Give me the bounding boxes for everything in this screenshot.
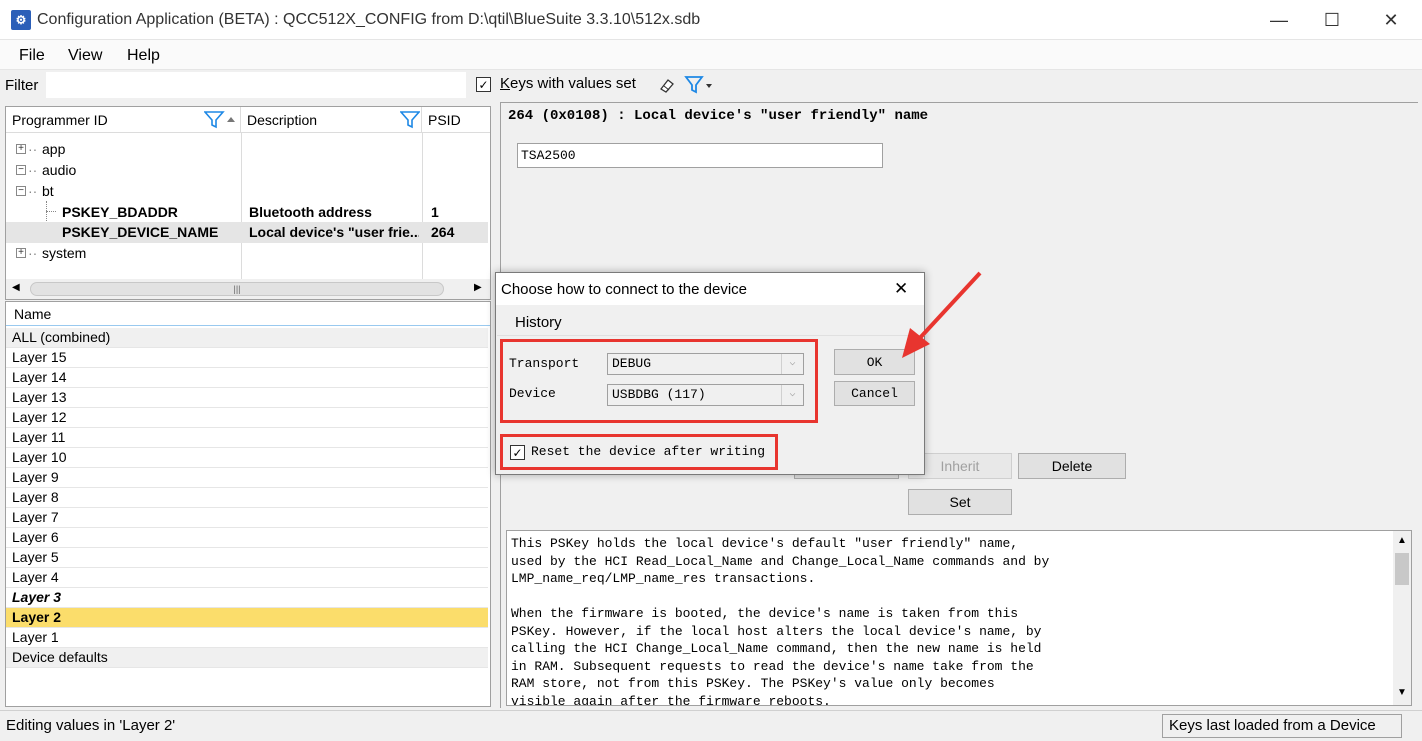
dialog-title: Choose how to connect to the device (501, 281, 747, 298)
tree-label: PSKEY_DEVICE_NAME (62, 224, 219, 240)
delete-button[interactable]: Delete (1018, 453, 1126, 479)
expand-icon[interactable]: + (16, 144, 26, 154)
history-tab[interactable]: History (515, 314, 562, 331)
layer-row[interactable]: Layer 9 (6, 468, 488, 488)
menu-view[interactable]: View (68, 47, 102, 65)
tree-row[interactable]: − ·· audio (6, 160, 488, 181)
layer-row[interactable]: Layer 10 (6, 448, 488, 468)
tree-row-selected[interactable]: PSKEY_DEVICE_NAME Local device's "user f… (6, 222, 488, 243)
tree-label: PSKEY_BDADDR (62, 204, 178, 220)
title-bar: ⚙ Configuration Application (BETA) : QCC… (0, 0, 1422, 40)
layer-row[interactable]: Layer 7 (6, 508, 488, 528)
scroll-thumb[interactable] (1395, 553, 1409, 585)
tree-row[interactable]: + ·· system (6, 243, 488, 264)
column-description[interactable]: Description (241, 107, 422, 133)
eraser-icon[interactable] (658, 76, 676, 94)
status-left: Editing values in 'Layer 2' (6, 717, 176, 734)
annotation-box (500, 339, 818, 423)
layer-row[interactable]: Layer 6 (6, 528, 488, 548)
device-label: Device (509, 386, 556, 401)
set-button[interactable]: Set (908, 489, 1012, 515)
tree-psid: 1 (431, 204, 439, 220)
scroll-up-icon[interactable]: ▲ (1397, 535, 1407, 546)
description-box[interactable]: This PSKey holds the local device's defa… (506, 530, 1412, 706)
layer-row[interactable]: Layer 3 (6, 588, 488, 608)
layer-row[interactable]: Layer 5 (6, 548, 488, 568)
tree-row[interactable]: PSKEY_BDADDR Bluetooth address 1 (6, 202, 488, 223)
layer-row[interactable]: Layer 13 (6, 388, 488, 408)
tree-header: Programmer ID Description PSID (6, 107, 490, 133)
filter-label: Filter (5, 77, 39, 94)
keys-with-values-label[interactable]: Keys with values set (500, 75, 636, 92)
filter-input[interactable] (46, 72, 466, 98)
connect-dialog: Choose how to connect to the device ✕ Hi… (495, 272, 925, 475)
key-detail-header: 264 (0x0108) : Local device's "user frie… (508, 108, 929, 124)
tree-row[interactable]: + ·· app (6, 139, 488, 160)
tree-label: app (42, 141, 66, 157)
key-tree-panel: Programmer ID Description PSID + ·· app … (5, 106, 491, 300)
tree-label: audio (42, 162, 77, 178)
close-button[interactable]: ✕ (1362, 0, 1420, 40)
chevron-down-icon: ⌵ (781, 354, 803, 374)
description-text: This PSKey holds the local device's defa… (511, 536, 1050, 706)
dialog-title-bar: Choose how to connect to the device ✕ (496, 273, 924, 305)
layer-row[interactable]: Layer 4 (6, 568, 488, 588)
layer-row[interactable]: Layer 2 (6, 608, 488, 628)
scroll-thumb[interactable]: ||| (30, 282, 444, 296)
layer-row[interactable]: Layer 12 (6, 408, 488, 428)
tree-label: system (42, 245, 87, 261)
collapse-icon[interactable]: − (16, 186, 26, 196)
tree-psid: 264 (431, 224, 455, 240)
layer-row[interactable]: Layer 11 (6, 428, 488, 448)
minimize-button[interactable]: — (1250, 0, 1308, 40)
tree-label: bt (42, 183, 54, 199)
menu-bar (0, 40, 1422, 70)
keys-with-values-checkbox[interactable]: ✓ (476, 77, 491, 92)
filter-dropdown-icon[interactable] (684, 75, 714, 95)
key-value-input[interactable] (517, 143, 883, 168)
menu-file[interactable]: File (19, 47, 45, 65)
reset-device-checkbox[interactable]: ✓ (510, 445, 525, 460)
layers-header[interactable]: Name (6, 302, 490, 326)
layer-row[interactable]: Layer 8 (6, 488, 488, 508)
scroll-right-icon[interactable]: ▶ (474, 282, 482, 293)
layers-panel: Name ALL (combined) Layer 15 Layer 14 Layer… (5, 301, 491, 707)
chevron-down-icon: ⌵ (781, 385, 803, 405)
filter-icon[interactable] (399, 111, 421, 132)
transport-select[interactable]: DEBUG ⌵ (607, 353, 804, 375)
reset-device-label[interactable]: Reset the device after writing (531, 444, 765, 459)
scroll-down-icon[interactable]: ▼ (1397, 687, 1407, 698)
cancel-button[interactable]: Cancel (834, 381, 915, 406)
layer-row[interactable]: Layer 1 (6, 628, 488, 648)
tree-description: Bluetooth address (249, 204, 372, 220)
menu-help[interactable]: Help (127, 47, 160, 65)
filter-icon[interactable] (203, 111, 238, 132)
transport-label: Transport (509, 356, 580, 371)
column-psid[interactable]: PSID (422, 107, 490, 133)
expand-icon[interactable]: + (16, 248, 26, 258)
layer-row[interactable]: ALL (combined) (6, 328, 488, 348)
maximize-button[interactable]: ☐ (1303, 0, 1361, 40)
scroll-left-icon[interactable]: ◀ (12, 282, 20, 293)
vertical-scrollbar[interactable]: ▲ ▼ (1393, 531, 1411, 705)
annotation-arrow (902, 271, 982, 358)
status-bar: Editing values in 'Layer 2' Keys last lo… (0, 710, 1422, 741)
layer-row[interactable]: Layer 14 (6, 368, 488, 388)
collapse-icon[interactable]: − (16, 165, 26, 175)
layer-row[interactable]: Layer 15 (6, 348, 488, 368)
status-right: Keys last loaded from a Device (1162, 714, 1402, 738)
device-select[interactable]: USBDBG (117) ⌵ (607, 384, 804, 406)
tree-row[interactable]: − ·· bt (6, 181, 488, 202)
window-title: Configuration Application (BETA) : QCC51… (37, 11, 701, 28)
horizontal-scrollbar[interactable]: ◀ ||| ▶ (6, 279, 490, 299)
layer-row[interactable]: Device defaults (6, 648, 488, 668)
app-icon: ⚙ (11, 10, 31, 30)
tree-description: Local device's "user frie... (249, 224, 419, 240)
